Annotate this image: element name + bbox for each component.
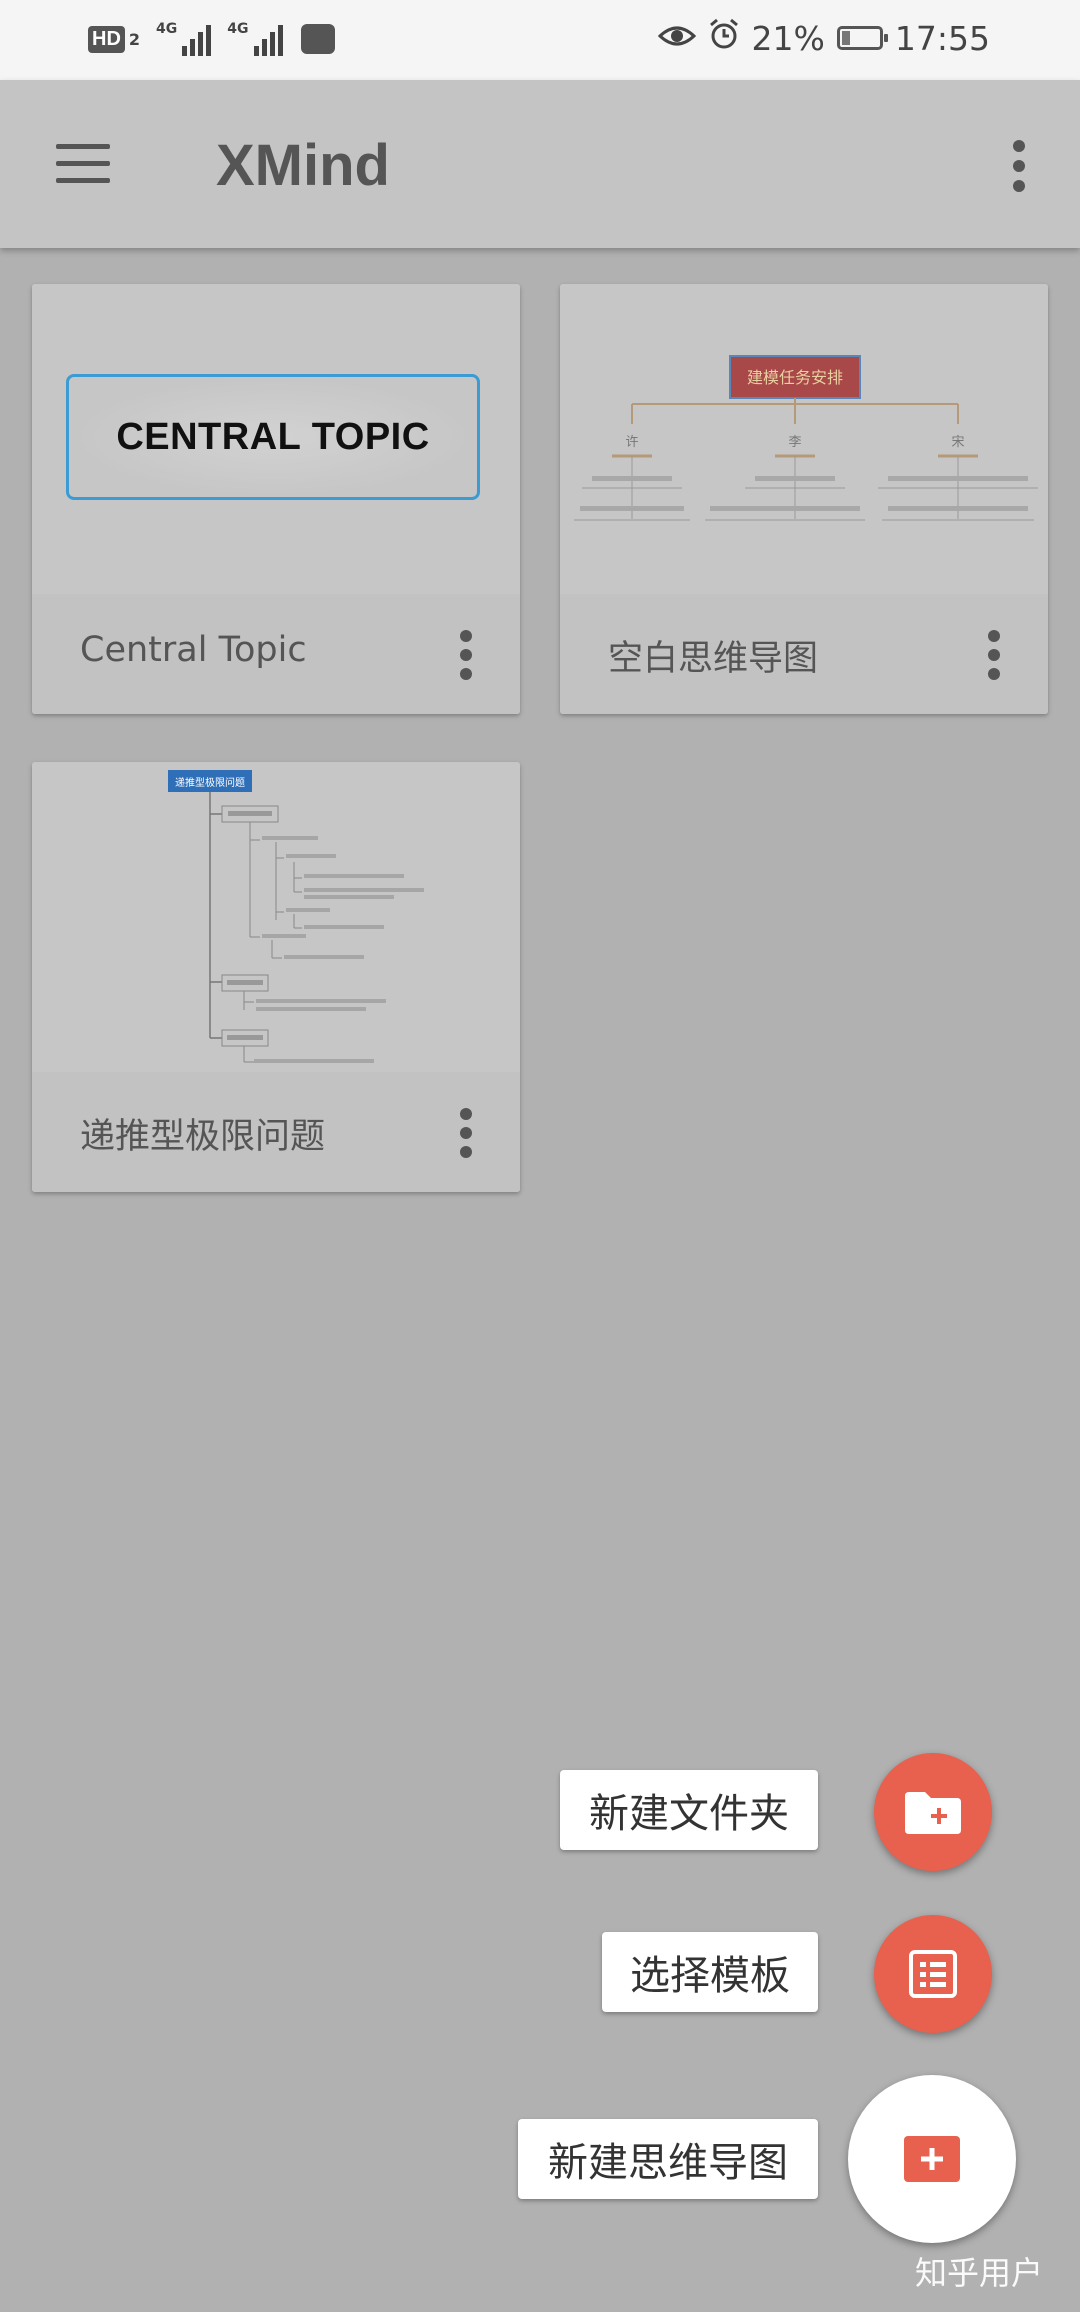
choose-template-label[interactable]: 选择模板 bbox=[602, 1932, 818, 2012]
mindmap-preview: 建模任务安排 许 李 宋 bbox=[574, 355, 1038, 521]
new-folder-label[interactable]: 新建文件夹 bbox=[560, 1770, 818, 1850]
eye-comfort-icon bbox=[657, 19, 696, 58]
preview-root-text: 建模任务安排 bbox=[747, 368, 843, 387]
status-left: HD 2 4G 4G bbox=[88, 22, 335, 56]
hd-voice-icon: HD bbox=[88, 25, 125, 53]
card-more-icon[interactable] bbox=[460, 1108, 472, 1158]
signal-icon-sim2: 4G bbox=[227, 21, 283, 56]
preview-root-text: 递推型极限问题 bbox=[175, 776, 245, 789]
battery-icon bbox=[836, 26, 888, 50]
mindmap-thumbnail[interactable]: 建模任务安排 许 李 宋 bbox=[560, 284, 1048, 594]
new-mindmap-button[interactable] bbox=[848, 2075, 1016, 2243]
card-title: Central Topic bbox=[80, 630, 307, 670]
app-title: XMind bbox=[216, 133, 390, 198]
more-options-icon[interactable] bbox=[1004, 140, 1034, 192]
template-list-icon bbox=[909, 1950, 957, 1998]
card-title: 空白思维导图 bbox=[608, 639, 819, 679]
mindmap-card[interactable]: CENTRAL TOPIC Central Topic bbox=[32, 284, 520, 714]
card-footer: Central Topic bbox=[32, 594, 520, 714]
card-footer: 空白思维导图 bbox=[560, 594, 1048, 714]
folder-add-icon bbox=[905, 1792, 961, 1834]
card-title: 递推型极限问题 bbox=[80, 1117, 326, 1157]
card-more-icon[interactable] bbox=[988, 630, 1000, 680]
preview-branch-text: 宋 bbox=[951, 435, 964, 450]
mindmap-preview: 递推型极限问题 bbox=[168, 770, 424, 1063]
new-mindmap-label[interactable]: 新建思维导图 bbox=[518, 2119, 818, 2199]
signal-icon-sim1: 4G bbox=[156, 21, 212, 56]
mindmap-card[interactable]: 递推型极限问题 递推型极限问题 bbox=[32, 762, 520, 1192]
carrier-icon bbox=[300, 24, 335, 54]
central-topic-text: CENTRAL TOPIC bbox=[116, 415, 430, 458]
status-right: 21% 17:55 bbox=[657, 18, 990, 58]
network-type-sim1: 4G bbox=[156, 21, 178, 37]
preview-branch-text: 李 bbox=[788, 435, 801, 450]
menu-icon[interactable] bbox=[56, 144, 110, 184]
preview-branch-text: 许 bbox=[625, 435, 638, 450]
mindmap-card[interactable]: 建模任务安排 许 李 宋 空白思维导图 bbox=[560, 284, 1048, 714]
alarm-icon bbox=[708, 18, 740, 58]
watermark-text: 知乎用户 bbox=[915, 2254, 1044, 2292]
card-footer: 递推型极限问题 bbox=[32, 1072, 520, 1192]
mindmap-thumbnail[interactable]: 递推型极限问题 bbox=[32, 762, 520, 1072]
new-folder-button[interactable] bbox=[874, 1753, 992, 1871]
hd-sim-index: 2 bbox=[128, 29, 141, 49]
add-mindmap-icon bbox=[904, 2136, 960, 2182]
app-bar: XMind bbox=[0, 80, 1080, 248]
central-topic-node: CENTRAL TOPIC bbox=[66, 374, 480, 500]
card-more-icon[interactable] bbox=[460, 630, 472, 680]
clock-time: 17:55 bbox=[894, 18, 990, 58]
choose-template-button[interactable] bbox=[874, 1915, 992, 2033]
status-bar: HD 2 4G 4G 21% 17:55 bbox=[0, 0, 1080, 80]
mindmap-thumbnail[interactable]: CENTRAL TOPIC bbox=[32, 284, 520, 594]
network-type-sim2: 4G bbox=[227, 21, 249, 37]
battery-percent: 21% bbox=[751, 18, 825, 58]
